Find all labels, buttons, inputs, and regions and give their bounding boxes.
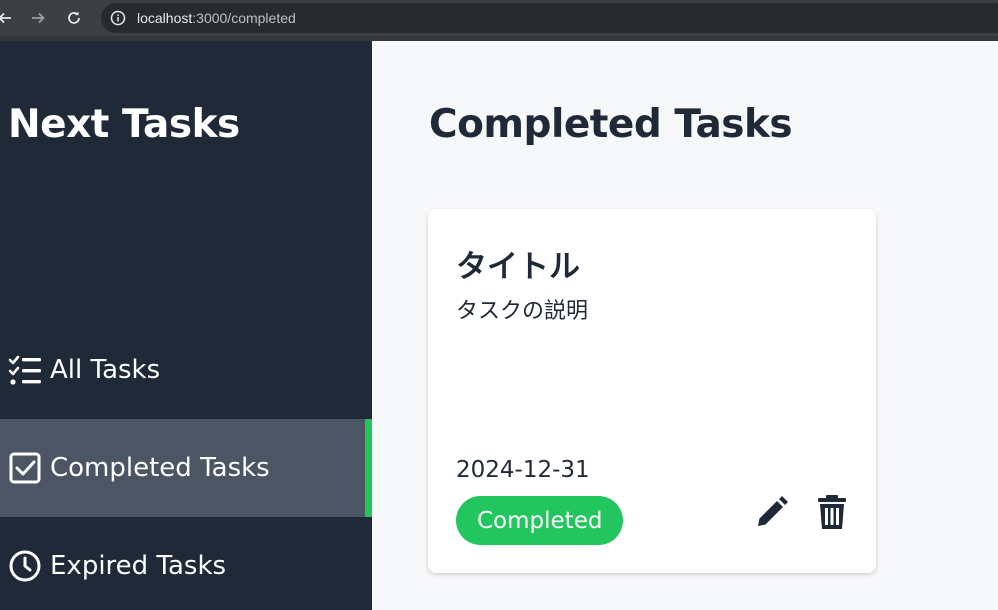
clock-icon xyxy=(8,549,42,583)
forward-arrow-icon[interactable] xyxy=(27,7,49,29)
site-info-icon[interactable] xyxy=(110,10,126,26)
address-bar[interactable]: localhost:3000/completed xyxy=(101,3,998,33)
task-card: タイトル タスクの説明 2024-12-31 Completed xyxy=(428,209,876,573)
url-text: localhost:3000/completed xyxy=(137,10,296,26)
back-arrow-icon[interactable] xyxy=(0,7,16,29)
checklist-icon xyxy=(8,353,42,387)
task-description: タスクの説明 xyxy=(456,299,589,324)
sidebar-item-label: Completed Tasks xyxy=(50,453,270,483)
browser-toolbar: localhost:3000/completed xyxy=(0,0,998,36)
url-path: :3000/completed xyxy=(192,10,296,26)
sidebar: Next Tasks All Tasks Completed Tasks Exp… xyxy=(0,41,372,610)
task-due-date: 2024-12-31 xyxy=(456,457,590,483)
page-title: Completed Tasks xyxy=(429,102,793,147)
sidebar-item-label: Expired Tasks xyxy=(50,551,227,581)
reload-icon[interactable] xyxy=(63,7,85,29)
delete-button[interactable] xyxy=(814,494,850,530)
edit-button[interactable] xyxy=(754,494,790,530)
trash-icon xyxy=(818,495,846,529)
sidebar-item-completed-tasks[interactable]: Completed Tasks xyxy=(0,419,372,517)
sidebar-item-label: All Tasks xyxy=(50,355,161,385)
task-title: タイトル xyxy=(456,249,580,285)
sidebar-item-all-tasks[interactable]: All Tasks xyxy=(0,321,372,419)
sidebar-item-expired-tasks[interactable]: Expired Tasks xyxy=(0,517,372,610)
app-title: Next Tasks xyxy=(8,102,240,147)
checkbox-icon xyxy=(8,451,42,485)
url-host: localhost xyxy=(137,10,193,26)
status-badge: Completed xyxy=(456,496,624,545)
pencil-icon xyxy=(758,496,788,526)
